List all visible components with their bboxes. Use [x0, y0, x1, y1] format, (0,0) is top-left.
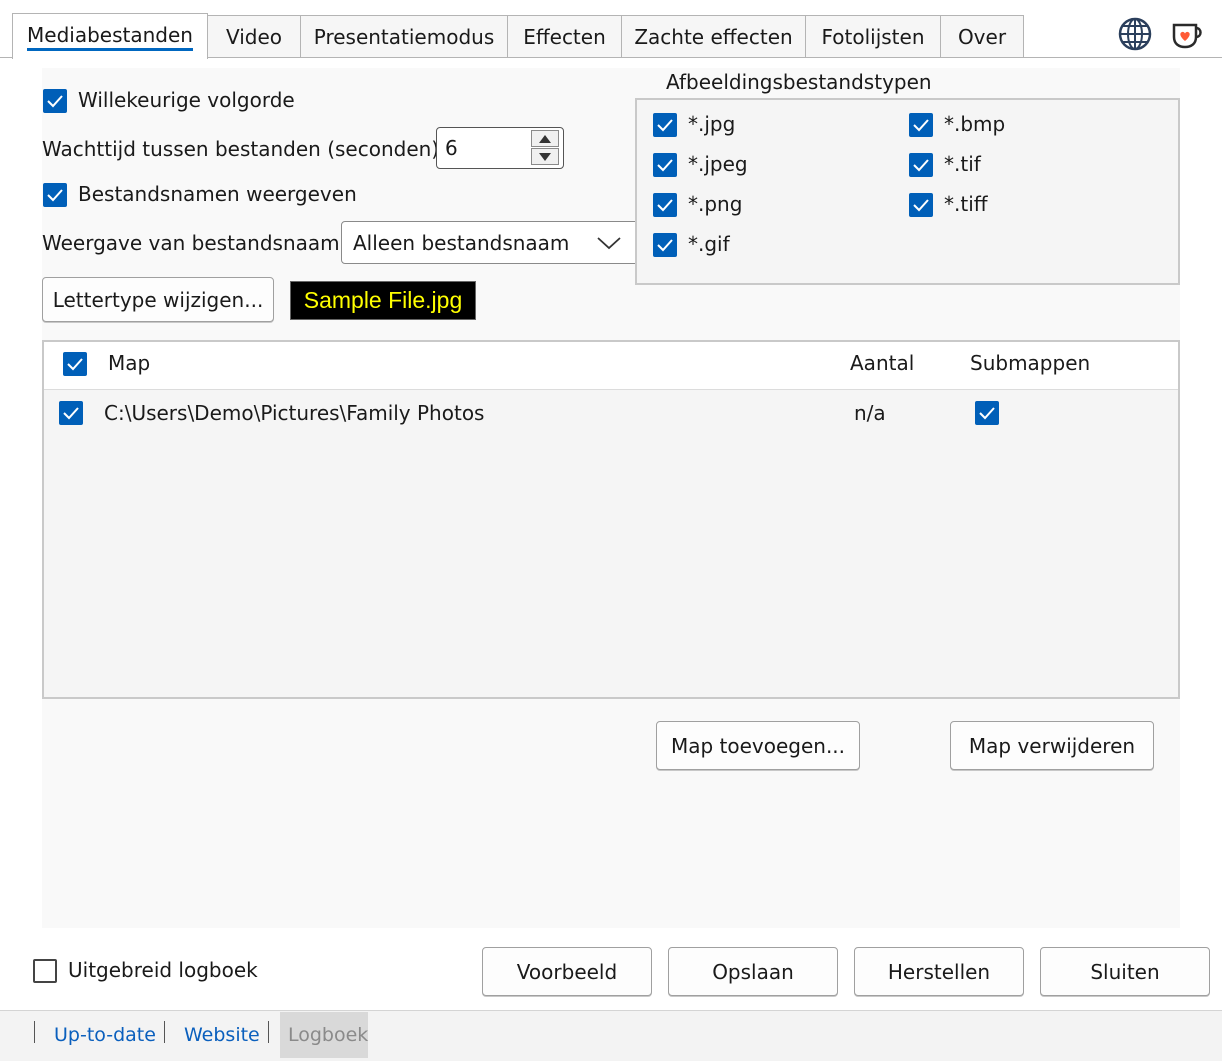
wait-time-label: Wachttijd tussen bestanden (seconden):	[42, 137, 446, 161]
wait-time-value: 6	[445, 136, 458, 160]
tab-label: Effecten	[523, 24, 606, 49]
folder-subfolders-checkbox[interactable]	[975, 401, 999, 425]
filetype-tif-label: *.tif	[944, 152, 981, 176]
status-separator	[34, 1021, 35, 1043]
change-font-button[interactable]: Lettertype wijzigen...	[42, 277, 274, 322]
tab-video[interactable]: Video	[207, 15, 301, 57]
spin-up-button[interactable]	[531, 130, 559, 147]
tab-effecten[interactable]: Effecten	[507, 15, 622, 57]
tab-label: Zachte effecten	[634, 24, 793, 49]
tab-zachte-effecten[interactable]: Zachte effecten	[621, 15, 806, 57]
close-button[interactable]: Sluiten	[1040, 947, 1210, 996]
filetype-tif-checkbox[interactable]	[909, 153, 933, 177]
folder-path[interactable]: C:\Users\Demo\Pictures\Family Photos	[104, 401, 484, 425]
tab-over[interactable]: Over	[940, 15, 1024, 57]
coffee-cup-icon[interactable]	[1171, 20, 1205, 50]
show-filenames-label: Bestandsnamen weergeven	[78, 182, 357, 206]
tab-label: Fotolijsten	[821, 24, 925, 49]
tab-presentatiemodus[interactable]: Presentatiemodus	[300, 15, 508, 57]
filetype-gif-label: *.gif	[688, 232, 730, 256]
remove-folder-button[interactable]: Map verwijderen	[950, 721, 1154, 770]
filetype-tiff-label: *.tiff	[944, 192, 988, 216]
filetype-tiff-checkbox[interactable]	[909, 193, 933, 217]
tab-label: Over	[957, 24, 1007, 49]
tab-mediabestanden[interactable]: Mediabestanden	[12, 13, 208, 59]
filename-display-value: Alleen bestandsnaam	[353, 231, 570, 255]
save-button[interactable]: Opslaan	[668, 947, 838, 996]
column-header-map[interactable]: Map	[108, 351, 150, 375]
preview-button[interactable]: Voorbeeld	[482, 947, 652, 996]
filetype-jpg-checkbox[interactable]	[653, 113, 677, 137]
filetype-jpeg-checkbox[interactable]	[653, 153, 677, 177]
filename-display-label: Weergave van bestandsnaam:	[42, 231, 347, 255]
filename-display-select[interactable]: Alleen bestandsnaam	[341, 221, 641, 264]
add-folder-button[interactable]: Map toevoegen...	[656, 721, 860, 770]
show-filenames-checkbox[interactable]	[43, 183, 67, 207]
status-separator	[268, 1021, 269, 1043]
file-types-title: Afbeeldingsbestandstypen	[660, 70, 938, 94]
tab-label: Mediabestanden	[27, 23, 193, 51]
tab-label: Presentatiemodus	[313, 24, 495, 49]
status-separator	[164, 1021, 165, 1043]
verbose-log-checkbox[interactable]	[33, 959, 57, 983]
folder-row-checkbox[interactable]	[59, 401, 83, 425]
website-link[interactable]: Website	[184, 1024, 260, 1046]
filetype-bmp-checkbox[interactable]	[909, 113, 933, 137]
triangle-down-icon	[539, 152, 551, 161]
globe-icon[interactable]	[1118, 17, 1152, 51]
filetype-bmp-label: *.bmp	[944, 112, 1006, 136]
filetype-png-label: *.png	[688, 192, 743, 216]
tab-fotolijsten[interactable]: Fotolijsten	[805, 15, 941, 57]
filetype-jpeg-label: *.jpeg	[688, 152, 748, 176]
filetype-gif-checkbox[interactable]	[653, 233, 677, 257]
random-order-label: Willekeurige volgorde	[78, 88, 295, 112]
select-all-folders-checkbox[interactable]	[63, 352, 87, 376]
column-header-aantal[interactable]: Aantal	[850, 351, 914, 375]
tab-label: Video	[225, 24, 283, 49]
chevron-down-icon	[597, 237, 621, 250]
verbose-log-label: Uitgebreid logboek	[68, 958, 258, 982]
log-link[interactable]: Logboek	[288, 1024, 368, 1046]
filename-font-sample: Sample File.jpg	[290, 281, 476, 320]
uptodate-link[interactable]: Up-to-date	[54, 1024, 156, 1046]
random-order-checkbox[interactable]	[43, 89, 67, 113]
folder-count: n/a	[854, 401, 886, 425]
reset-button[interactable]: Herstellen	[854, 947, 1024, 996]
filetype-jpg-label: *.jpg	[688, 112, 736, 136]
folder-table[interactable]	[42, 340, 1180, 699]
filetype-png-checkbox[interactable]	[653, 193, 677, 217]
column-header-submappen[interactable]: Submappen	[970, 351, 1090, 375]
triangle-up-icon	[539, 134, 551, 143]
wait-time-spinner[interactable]: 6	[436, 127, 564, 169]
spin-down-button[interactable]	[531, 148, 559, 165]
